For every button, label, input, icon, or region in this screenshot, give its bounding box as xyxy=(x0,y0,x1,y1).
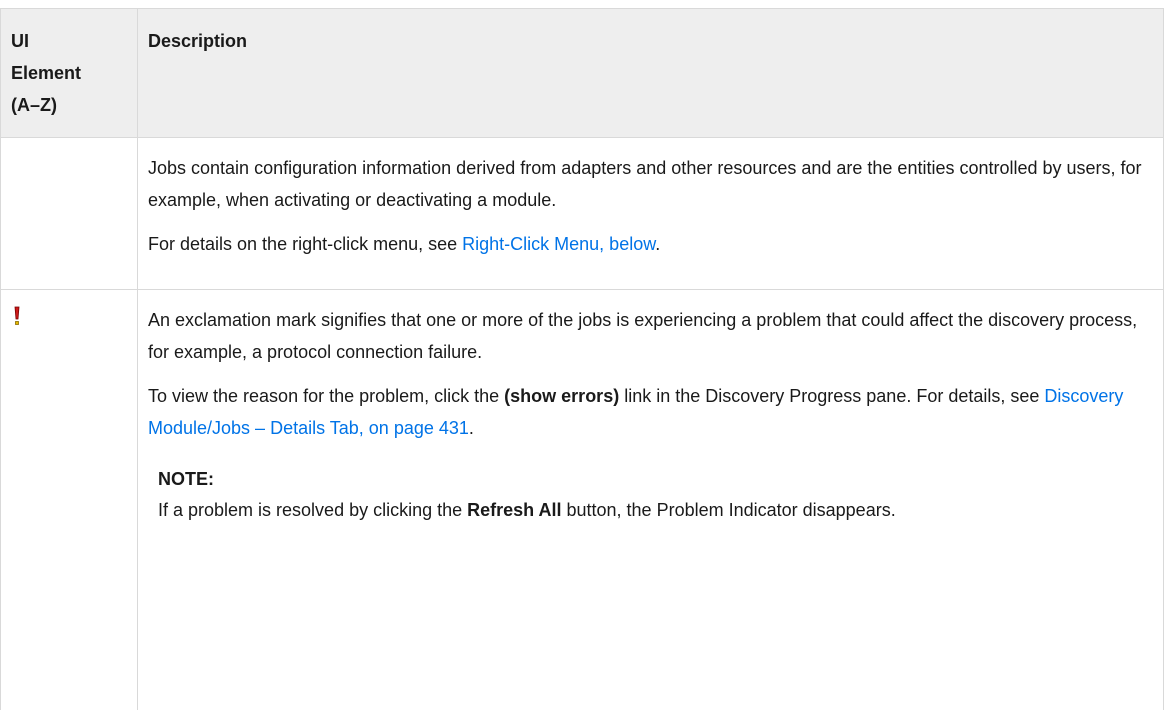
table-header: UI Element (A–Z) Description xyxy=(0,8,1164,138)
right-click-prefix: For details on the right-click menu, see xyxy=(148,234,463,254)
note-box: NOTE: If a problem is resolved by clicki… xyxy=(158,464,1153,526)
note-refresh-all-bold: Refresh All xyxy=(467,500,562,520)
note-text: If a problem is resolved by clicking the… xyxy=(158,494,1153,526)
jobs-description-text: Jobs contain configuration information d… xyxy=(148,158,1142,210)
description-cell: An exclamation mark signifies that one o… xyxy=(137,289,1164,710)
table-row: An exclamation mark signifies that one o… xyxy=(0,289,1164,710)
exclamation-mark-icon xyxy=(12,306,22,328)
show-errors-reference: To view the reason for the problem, clic… xyxy=(148,380,1153,444)
problem-description-text: An exclamation mark signifies that one o… xyxy=(148,310,1138,362)
ui-element-cell xyxy=(0,289,138,710)
description-cell: Jobs contain configuration information d… xyxy=(137,137,1164,290)
header-ui-element-line-1: UI xyxy=(11,31,29,51)
problem-description: An exclamation mark signifies that one o… xyxy=(148,304,1153,368)
header-ui-element: UI Element (A–Z) xyxy=(0,8,138,138)
note-suffix: button, the Problem Indicator disappears… xyxy=(561,500,896,520)
note-title: NOTE: xyxy=(158,469,214,489)
show-errors-middle: link in the Discovery Progress pane. For… xyxy=(619,386,1045,406)
right-click-menu-link[interactable]: Right-Click Menu, below xyxy=(462,234,655,254)
show-errors-bold: (show errors) xyxy=(504,386,620,406)
show-errors-prefix: To view the reason for the problem, clic… xyxy=(148,386,505,406)
header-ui-element-line-3: (A–Z) xyxy=(11,95,57,115)
show-errors-suffix: . xyxy=(468,418,474,438)
note-prefix: If a problem is resolved by clicking the xyxy=(158,500,468,520)
header-ui-element-line-2: Element xyxy=(11,63,82,83)
right-click-reference: For details on the right-click menu, see… xyxy=(148,228,1153,260)
ui-elements-table: UI Element (A–Z) Description Jobs contain … xyxy=(0,8,1164,710)
jobs-description: Jobs contain configuration information d… xyxy=(148,152,1153,216)
header-description: Description xyxy=(137,8,1164,138)
ui-element-cell xyxy=(0,137,138,290)
right-click-suffix: . xyxy=(655,234,661,254)
table-row: Jobs contain configuration information d… xyxy=(0,137,1164,290)
header-row: UI Element (A–Z) Description xyxy=(0,8,1164,138)
